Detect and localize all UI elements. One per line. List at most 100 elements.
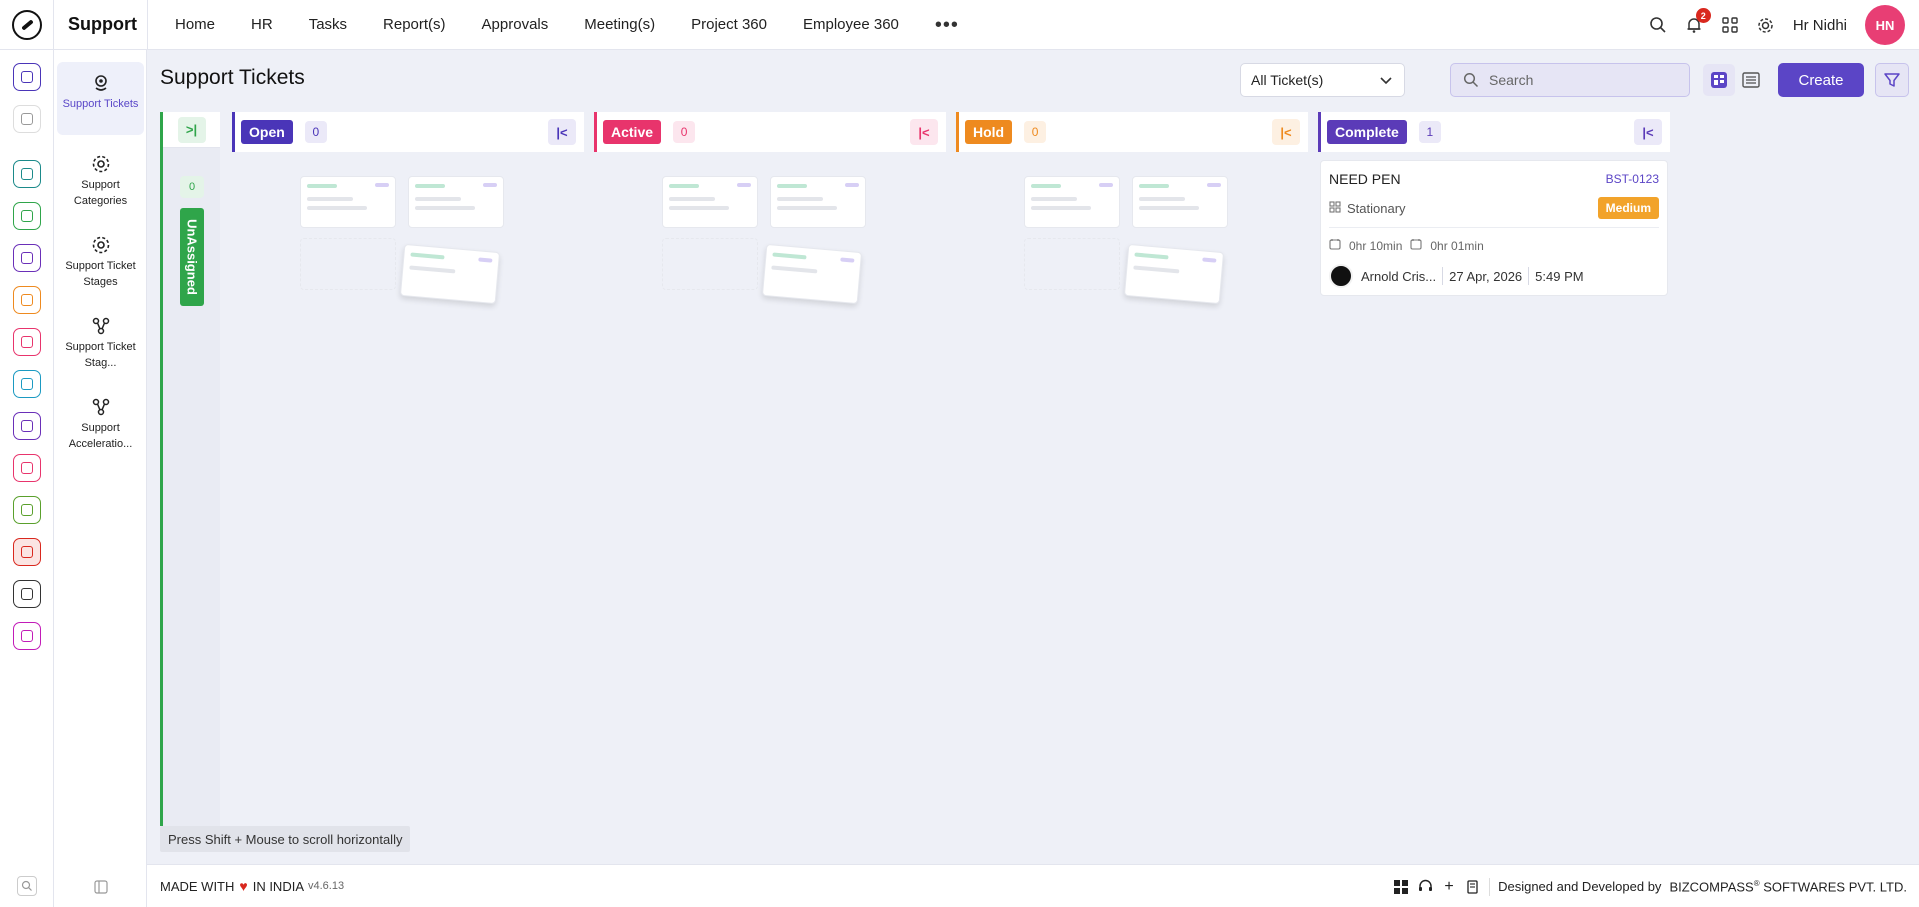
nav-tasks[interactable]: Tasks [309,16,347,33]
column-count: 0 [1024,121,1047,143]
timer-icon [1329,238,1341,253]
nav-employee-360[interactable]: Employee 360 [803,16,899,33]
kanban-view-button[interactable] [1703,64,1735,96]
submenu-label: Support Categories [73,179,128,207]
column-count: 1 [1418,121,1441,143]
ticket-card[interactable]: NEED PEN BST-0123 Stationary Medium 0hr … [1320,160,1668,296]
search-icon[interactable] [1647,14,1669,36]
ticket-title: NEED PEN [1329,171,1401,187]
designed-by-label: Designed and Developed by [1498,879,1662,894]
create-button[interactable]: Create [1778,63,1864,97]
document-settings-icon[interactable] [1465,879,1481,895]
made-with-suffix: IN INDIA [252,878,304,894]
plane-icon[interactable] [13,412,41,440]
submenu-support-ticket-stages[interactable]: Support Ticket Stages [57,224,144,297]
nav-hr[interactable]: HR [251,16,273,33]
assignee-name: Arnold Cris... [1361,268,1437,284]
plus-icon[interactable]: + [1441,878,1457,895]
more-menu-icon[interactable]: ••• [935,15,959,35]
app-name: Support [54,0,148,50]
column-active: Active 0 |< [594,112,946,152]
windows-icon[interactable] [1393,879,1409,895]
goal-icon[interactable] [13,328,41,356]
ticket-filter-value: All Ticket(s) [1251,72,1324,88]
nav-reports[interactable]: Report(s) [383,16,446,33]
divider [1329,227,1659,228]
app-logo[interactable] [0,0,54,50]
org-icon[interactable] [13,160,41,188]
collapse-sidebar-icon[interactable] [94,880,108,897]
submenu-support-ticket-stage-mapping[interactable]: Support Ticket Stag... [57,305,144,378]
document-icon[interactable] [13,496,41,524]
footer: MADE WITH ♥ IN INDIA v4.6.13 + Designed … [147,864,1919,907]
submenu-label: Support Acceleratio... [68,422,133,450]
home-icon[interactable] [13,63,41,91]
unassigned-count: 0 [180,176,204,198]
search-input[interactable]: Search [1450,63,1690,97]
unassigned-column: >| 0 UnAssigned [160,112,220,826]
scroll-hint: Press Shift + Mouse to scroll horizontal… [160,826,411,852]
ticket-id-link[interactable]: BST-0123 [1606,172,1659,186]
apps-grid-icon[interactable] [1719,14,1741,36]
submenu-support-acceleration[interactable]: Support Acceleratio... [57,386,144,459]
filter-funnel-icon[interactable] [1875,63,1909,97]
company-name: BIZCOMPASS® SOFTWARES PVT. LTD. [1669,878,1907,895]
compass-icon [11,9,42,40]
archive-icon[interactable] [13,370,41,398]
collapse-column-button[interactable]: |< [1634,119,1662,145]
headset-icon[interactable] [1417,879,1433,895]
category-icon [1329,201,1341,216]
workflow-icon [90,315,112,337]
ticket-filter-select[interactable]: All Ticket(s) [1240,63,1405,97]
nav-approvals[interactable]: Approvals [482,16,549,33]
pin-icon[interactable] [13,105,41,133]
empty-state-illustration [662,176,872,316]
briefcase-icon[interactable] [13,244,41,272]
column-count: 0 [304,121,327,143]
nav-project-360[interactable]: Project 360 [691,16,767,33]
list-view-button[interactable] [1735,64,1767,96]
ticket-category: Stationary [1347,201,1406,216]
time-estimate: 0hr 01min [1430,238,1484,253]
column-open: Open 0 |< [232,112,584,152]
empty-state-illustration [300,176,510,316]
collapse-column-button[interactable]: |< [1272,119,1300,145]
nav-meetings[interactable]: Meeting(s) [584,16,655,33]
rail-search-icon[interactable] [17,876,37,896]
notification-bell-icon[interactable]: 2 [1683,8,1711,36]
gear-icon [90,234,112,256]
search-placeholder: Search [1489,72,1534,88]
made-with-prefix: MADE WITH [160,878,235,894]
column-count: 0 [673,121,696,143]
submenu-support-categories[interactable]: Support Categories [57,143,144,216]
collapse-column-button[interactable]: |< [910,119,938,145]
target-icon[interactable] [13,202,41,230]
collapse-column-button[interactable]: |< [548,119,576,145]
support-icon[interactable] [13,538,41,566]
time-spent: 0hr 10min [1349,238,1403,253]
support-headset-icon [90,72,112,94]
expand-unassigned-button[interactable]: >| [177,116,206,143]
empty-state-illustration [1024,176,1234,316]
settings-icon[interactable] [13,622,41,650]
page-title: Support Tickets [160,66,305,89]
top-navbar: Support Home HR Tasks Report(s) Approval… [0,0,1919,50]
unassigned-label[interactable]: UnAssigned [180,208,204,306]
user-name[interactable]: Hr Nidhi [1793,17,1847,34]
hand-icon[interactable] [13,286,41,314]
search-icon [1463,72,1479,88]
column-complete: Complete 1 |< [1318,112,1670,152]
submenu-support-tickets[interactable]: Support Tickets [57,62,144,135]
nav-home[interactable]: Home [175,16,215,33]
notification-badge: 2 [1695,8,1711,23]
submenu-label: Support Ticket Stages [65,260,136,288]
monitor-icon[interactable] [13,454,41,482]
assignee-avatar[interactable] [1329,264,1353,288]
submenu-label: Support Ticket Stag... [65,341,136,369]
user-avatar[interactable]: HN [1865,5,1905,45]
column-label: Open [241,120,293,144]
ticket-date: 27 Apr, 2026 [1449,268,1523,284]
settings-gear-icon[interactable] [1755,14,1777,36]
building-icon[interactable] [13,580,41,608]
kanban-icon [1711,72,1727,88]
